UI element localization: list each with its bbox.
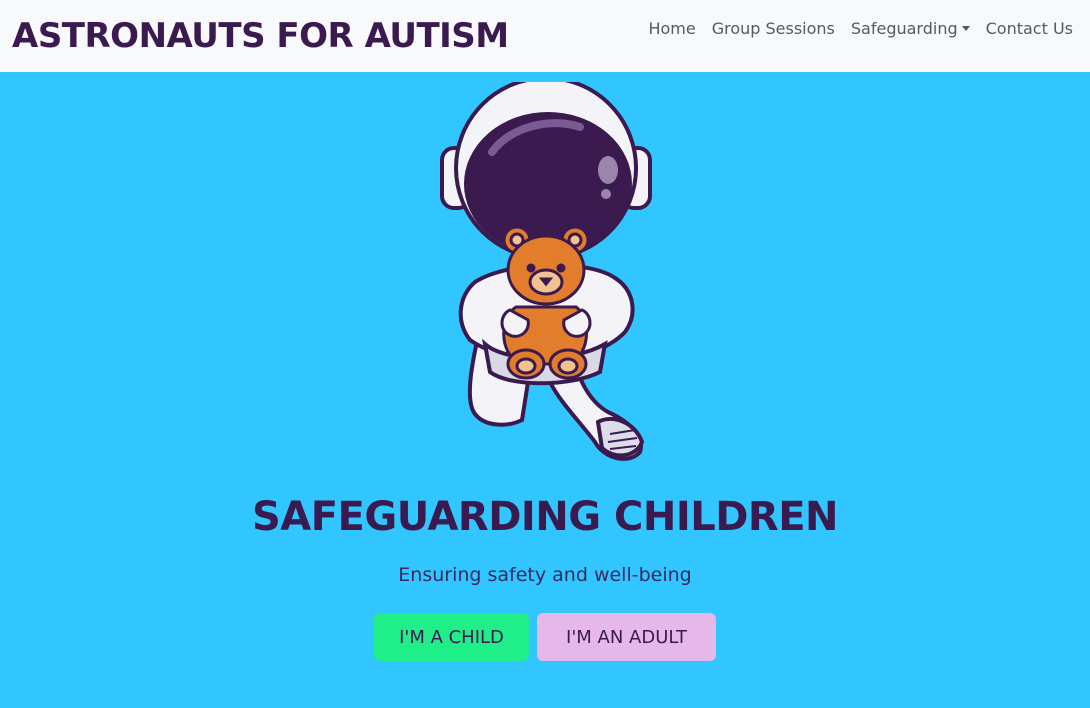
nav-links: Home Group Sessions Safeguarding Contact…: [632, 16, 1073, 40]
nav-group-sessions[interactable]: Group Sessions: [712, 19, 835, 38]
page-title: SAFEGUARDING CHILDREN: [251, 494, 839, 540]
astronaut-teddy-illustration: [440, 82, 652, 461]
page-subtitle: Ensuring safety and well-being: [398, 564, 692, 586]
astronaut-helmet: [440, 82, 652, 260]
child-button[interactable]: I'M A CHILD: [374, 613, 529, 661]
top-navbar: ASTRONAUTS FOR AUTISM Home Group Session…: [0, 0, 1090, 72]
nav-safeguarding-label: Safeguarding: [850, 18, 958, 38]
brand-logo-link[interactable]: ASTRONAUTS FOR AUTISM: [12, 14, 509, 58]
nav-home[interactable]: Home: [648, 19, 695, 38]
audience-buttons: I'M A CHILD I'M AN ADULT: [0, 613, 1090, 661]
caret-down-icon: [961, 25, 970, 31]
nav-contact-us[interactable]: Contact Us: [986, 19, 1073, 38]
adult-button[interactable]: I'M AN ADULT: [537, 613, 716, 661]
nav-safeguarding-dropdown[interactable]: Safeguarding: [851, 19, 970, 38]
